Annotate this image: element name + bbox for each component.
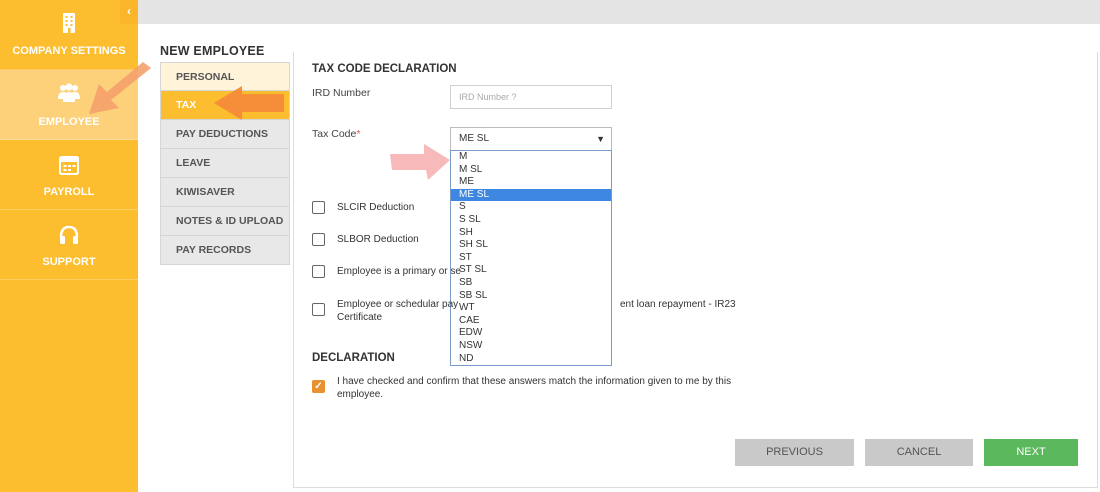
slcir-deduction-checkbox[interactable] (312, 201, 325, 214)
declaration-text-line2: employee. (337, 389, 384, 400)
ird-number-label: IRD Number (312, 87, 371, 99)
tax-code-option[interactable]: CAE (451, 315, 611, 328)
primary-employment-label: Employee is a primary or se (337, 266, 461, 277)
sidebar-item-label: COMPANY SETTINGS (12, 45, 126, 57)
declaration-title: DECLARATION (312, 352, 395, 364)
sidebar-item-label: SUPPORT (42, 256, 96, 268)
tax-code-select[interactable]: ME SL ▼ (450, 127, 612, 151)
sidebar-item-label: PAYROLL (43, 186, 95, 198)
tax-code-selected-value: ME SL (459, 133, 490, 144)
ir23-certificate-label-part2: ent loan repayment - IR23 (620, 299, 736, 310)
headset-icon (59, 225, 79, 244)
page-title: NEW EMPLOYEE (160, 44, 265, 58)
top-bar (138, 0, 1100, 24)
building-icon (63, 13, 75, 33)
tax-code-option[interactable]: SH (451, 227, 611, 240)
sidebar-item-label: EMPLOYEE (38, 116, 100, 128)
required-marker: * (356, 128, 361, 140)
sidebar-item-company-settings[interactable]: COMPANY SETTINGS (0, 0, 138, 70)
tax-code-declaration-title: TAX CODE DECLARATION (312, 63, 457, 75)
tax-code-option[interactable]: ST (451, 252, 611, 265)
sidebar-item-support[interactable]: SUPPORT (0, 210, 138, 280)
annotation-arrow-tax-icon (214, 86, 284, 120)
tax-code-option[interactable]: ME SL (451, 188, 611, 202)
previous-button[interactable]: PREVIOUS (735, 439, 854, 466)
annotation-arrow-employee-icon (89, 62, 151, 114)
tax-code-option[interactable]: M (451, 151, 611, 164)
ir23-certificate-label-part1: Employee or schedular pay (337, 299, 459, 310)
sub-menu-item-kiwisaver[interactable]: KIWISAVER (160, 178, 290, 207)
tax-code-option[interactable]: M SL (451, 164, 611, 177)
tax-code-dropdown-list[interactable]: MM SL ME ME SL S S SL SH SH SL ST ST SL SB SB SL WT… (450, 150, 612, 366)
sub-menu-item-pay-records[interactable]: PAY RECORDS (160, 236, 290, 265)
tax-code-option[interactable]: S (451, 201, 611, 214)
tax-code-label-text: Tax Code (312, 128, 357, 140)
cancel-button[interactable]: CANCEL (865, 439, 973, 466)
ir23-certificate-checkbox[interactable] (312, 303, 325, 316)
slbor-deduction-label: SLBOR Deduction (337, 234, 419, 245)
primary-employment-checkbox[interactable] (312, 265, 325, 278)
sidebar-item-payroll[interactable]: PAYROLL (0, 140, 138, 210)
tax-code-option[interactable]: WT (451, 302, 611, 315)
slcir-deduction-label: SLCIR Deduction (337, 202, 415, 213)
declaration-checkbox[interactable]: ✓ (312, 380, 325, 393)
tax-code-option[interactable]: ND (451, 353, 611, 366)
slbor-deduction-checkbox[interactable] (312, 233, 325, 246)
tax-code-option[interactable]: S SL (451, 214, 611, 227)
tax-code-option[interactable]: ME (451, 176, 611, 189)
tax-code-option[interactable]: SB SL (451, 290, 611, 303)
tax-code-option[interactable]: SH SL (451, 239, 611, 252)
ir23-certificate-label-line2: Certificate (337, 312, 383, 323)
sub-menu-item-pay-deductions[interactable]: PAY DEDUCTIONS (160, 120, 290, 149)
annotation-arrow-dropdown-icon (390, 144, 450, 180)
payroll-calendar-icon (59, 156, 79, 175)
tax-code-option[interactable]: SB (451, 277, 611, 290)
tax-code-option[interactable]: EDW (451, 327, 611, 340)
chevron-down-icon: ▼ (596, 134, 605, 144)
sub-menu-item-leave[interactable]: LEAVE (160, 149, 290, 178)
declaration-text-line1: I have checked and confirm that these an… (337, 376, 732, 387)
people-icon (58, 83, 80, 102)
tax-code-option[interactable]: ST SL (451, 264, 611, 277)
sub-menu-item-notes-id-upload[interactable]: NOTES & ID UPLOAD (160, 207, 290, 236)
ird-number-input[interactable] (450, 85, 612, 109)
tax-code-label: Tax Code* (312, 128, 360, 140)
next-button[interactable]: NEXT (984, 439, 1078, 466)
tax-code-option[interactable]: NSW (451, 340, 611, 353)
